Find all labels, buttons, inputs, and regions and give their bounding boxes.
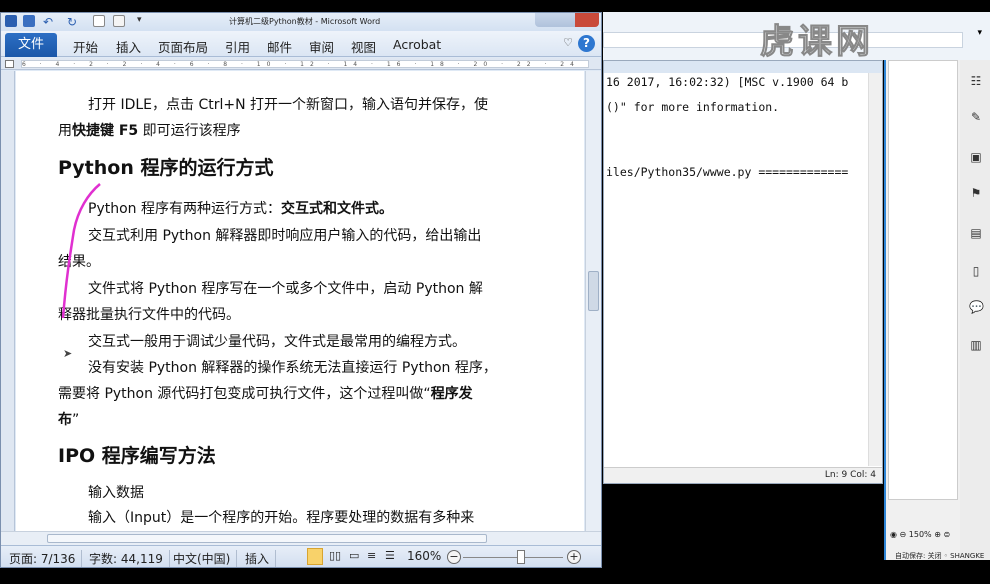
- paragraph: 打开 IDLE，点击 Ctrl+N 打开一个新窗口，输入语句并保存，使: [88, 97, 489, 113]
- side-panel: ◉ ⊖ 150% ⊕ ⊜: [884, 60, 960, 560]
- paragraph: 交互式利用 Python 解释器即时响应用户输入的代码，给出输出: [88, 228, 482, 244]
- brush-icon[interactable]: ✎: [969, 110, 983, 124]
- paragraph: 需要将 Python 源代码打包变成可执行文件，这个过程叫做“程序发: [58, 386, 473, 402]
- language[interactable]: 中文(中国): [173, 550, 238, 567]
- document-icon[interactable]: ▯: [969, 264, 983, 278]
- comment-icon[interactable]: 💬: [969, 300, 984, 314]
- window-controls[interactable]: [535, 13, 599, 27]
- shell-line: 16 2017, 16:02:32) [MSC v.1900 64 b: [606, 75, 849, 89]
- heading-run-modes: Python 程序的运行方式: [58, 157, 274, 179]
- insert-mode[interactable]: 插入: [245, 550, 277, 567]
- undo-icon[interactable]: ↶: [43, 15, 55, 29]
- tab-view[interactable]: 视图: [351, 37, 376, 56]
- panel-content[interactable]: [888, 60, 958, 500]
- right-toolbar: ☷ ✎ ▣ ⚑ ▤ ▯ 💬 ▥: [960, 60, 990, 560]
- paragraph: 没有安装 Python 解释器的操作系统无法直接运行 Python 程序，: [88, 360, 497, 376]
- close-button[interactable]: [575, 13, 599, 27]
- dropdown-icon[interactable]: ▾: [977, 28, 982, 38]
- customize-toolbar-icon[interactable]: ▾: [137, 15, 149, 27]
- watermark-logo: 虎课网: [760, 22, 874, 63]
- full-screen-reading-icon[interactable]: ▯▯: [329, 549, 341, 562]
- tab-review[interactable]: 审阅: [309, 37, 334, 56]
- horizontal-ruler[interactable]: 6 · 4 · 2 · 2 · 4 · 6 · 8 · 10 · 12 · 14…: [1, 58, 601, 70]
- text-image-icon[interactable]: ▤: [969, 226, 983, 240]
- eye-icon[interactable]: ◉: [890, 530, 897, 539]
- autosave-status: 自动保存: 关闭 ◦ SHANGKE: [895, 552, 985, 560]
- paragraph: 交互式一般用于调试少量代码，文件式是最常用的编程方式。: [88, 334, 466, 350]
- tab-mailings[interactable]: 邮件: [267, 37, 292, 56]
- vertical-scrollbar[interactable]: [585, 71, 601, 531]
- image-icon[interactable]: ▣: [969, 150, 983, 164]
- quick-access-toolbar: ↶ ↻ ▾ 计算机二级Python教材 - Microsoft Word: [1, 13, 601, 31]
- outline-view-icon[interactable]: ≡: [367, 549, 376, 562]
- clipboard-icon[interactable]: ▥: [969, 338, 983, 352]
- window-title: 计算机二级Python教材 - Microsoft Word: [229, 17, 381, 26]
- paragraph: 布”: [58, 412, 80, 428]
- save-icon[interactable]: [23, 15, 35, 27]
- tab-page-layout[interactable]: 页面布局: [158, 37, 208, 56]
- new-document-icon[interactable]: [93, 15, 105, 27]
- scroll-thumb[interactable]: [588, 271, 599, 311]
- panel-zoom-bar: ◉ ⊖ 150% ⊕ ⊜: [890, 530, 951, 539]
- help-icon[interactable]: ?: [578, 35, 595, 52]
- window-header: [604, 61, 882, 73]
- list-icon[interactable]: ☷: [969, 74, 983, 88]
- tab-file[interactable]: 文件: [5, 33, 57, 57]
- tab-selector-icon[interactable]: [5, 60, 14, 68]
- web-layout-icon[interactable]: ▭: [349, 549, 359, 562]
- word-logo-icon: [5, 15, 17, 27]
- vertical-ruler: [1, 71, 15, 531]
- shell-line: iles/Python35/wwwe.py =============: [606, 165, 849, 179]
- panel-zoom-level[interactable]: 150%: [909, 530, 932, 539]
- tab-acrobat[interactable]: Acrobat: [393, 37, 441, 52]
- paragraph: 用快捷键 F5 即可运行该程序: [58, 123, 241, 139]
- draft-view-icon[interactable]: ☰: [385, 549, 395, 562]
- minimize-ribbon-icon[interactable]: ♡: [563, 36, 573, 49]
- scroll-thumb[interactable]: [47, 534, 487, 543]
- paragraph: 文件式将 Python 程序写在一个或多个文件中，启动 Python 解: [88, 281, 483, 297]
- paragraph: 输入（Input）是一个程序的开始。程序要处理的数据有多种来: [88, 510, 475, 526]
- zoom-slider-track[interactable]: [463, 557, 563, 558]
- tab-insert[interactable]: 插入: [116, 37, 141, 56]
- zoom-out-button[interactable]: −: [447, 550, 461, 564]
- page-count[interactable]: 页面: 7/136: [9, 550, 83, 567]
- heading-ipo: IPO 程序编写方法: [58, 445, 216, 467]
- mouse-cursor-icon: ➤: [63, 347, 73, 360]
- idle-shell-window[interactable]: 16 2017, 16:02:32) [MSC v.1900 64 b ()" …: [603, 60, 883, 484]
- print-layout-view-icon[interactable]: [307, 548, 323, 565]
- zoom-slider-thumb[interactable]: [517, 550, 525, 564]
- tab-home[interactable]: 开始: [73, 37, 98, 56]
- pen-annotation: [61, 183, 101, 319]
- pen-stroke: [61, 183, 101, 319]
- paragraph: Python 程序有两种运行方式：交互式和文件式。: [88, 201, 393, 217]
- zoom-level[interactable]: 160%: [407, 549, 441, 563]
- paragraph: 输入数据: [88, 485, 144, 501]
- tab-references[interactable]: 引用: [225, 37, 250, 56]
- flag-icon[interactable]: ⚑: [969, 186, 983, 200]
- zoom-in-button[interactable]: +: [567, 550, 581, 564]
- ribbon-tabs: 文件 开始 插入 页面布局 引用 邮件 审阅 视图 Acrobat ♡ ?: [1, 31, 601, 57]
- print-preview-icon[interactable]: [113, 15, 125, 27]
- cursor-position: Ln: 9 Col: 4: [604, 467, 882, 483]
- shell-line: ()" for more information.: [606, 100, 780, 114]
- word-count[interactable]: 字数: 44,119: [89, 550, 170, 567]
- ruler-scale: 6 · 4 · 2 · 2 · 4 · 6 · 8 · 10 · 12 · 14…: [21, 60, 589, 68]
- status-bar: 页面: 7/136 字数: 44,119 中文(中国) 插入 ▯▯ ▭ ≡ ☰ …: [1, 545, 601, 567]
- redo-icon[interactable]: ↻: [67, 15, 79, 29]
- vertical-scrollbar[interactable]: [868, 73, 882, 466]
- horizontal-scrollbar[interactable]: [1, 531, 601, 545]
